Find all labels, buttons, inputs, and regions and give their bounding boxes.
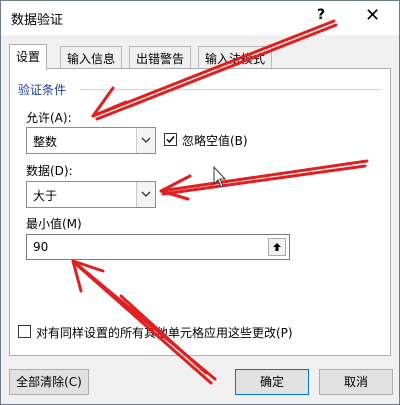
allow-label: 允许(A): xyxy=(26,111,72,125)
tab-error-alert[interactable]: 出错警告 xyxy=(129,46,192,68)
data-value: 大于 xyxy=(33,189,58,203)
minimum-label: 最小值(M) xyxy=(26,217,82,231)
allow-value: 整数 xyxy=(33,135,58,149)
data-dropdown-button[interactable] xyxy=(136,182,155,207)
tab-input-message[interactable]: 输入信息 xyxy=(60,46,123,68)
title-bar: 数据验证 ? ✕ xyxy=(1,1,399,35)
chevron-down-icon xyxy=(141,191,151,197)
range-picker-button[interactable] xyxy=(268,238,286,256)
ignore-blank-label[interactable]: 忽略空值(B) xyxy=(182,132,248,149)
group-divider xyxy=(80,89,382,90)
apply-all-label[interactable]: 对有同样设置的所有其他单元格应用这些更改(P) xyxy=(36,324,293,341)
chevron-down-icon xyxy=(141,137,151,143)
allow-dropdown-button[interactable] xyxy=(136,128,155,153)
checkmark-icon xyxy=(166,136,175,144)
apply-all-checkbox[interactable] xyxy=(18,325,31,338)
allow-combobox[interactable]: 整数 xyxy=(26,127,156,154)
tab-ime-mode[interactable]: 输入法模式 xyxy=(198,46,273,68)
data-validation-dialog: 数据验证 ? ✕ 设置 输入信息 出错警告 输入法模式 验证条件 允许(A): … xyxy=(0,0,400,405)
close-button[interactable]: ✕ xyxy=(365,5,380,26)
settings-panel: 验证条件 允许(A): 整数 忽略空值(B) 数据(D): 大于 最小值(M) … xyxy=(9,68,391,356)
validation-criteria-title: 验证条件 xyxy=(18,83,67,97)
tab-bar: 设置 输入信息 出错警告 输入法模式 xyxy=(9,44,393,70)
minimum-value: 90 xyxy=(33,240,49,254)
data-label: 数据(D): xyxy=(26,164,73,178)
upload-arrow-icon xyxy=(273,243,281,251)
clear-all-button[interactable]: 全部清除(C) xyxy=(9,369,89,395)
tab-settings[interactable]: 设置 xyxy=(9,44,48,70)
minimum-input[interactable]: 90 xyxy=(26,234,290,260)
dialog-title: 数据验证 xyxy=(11,13,64,28)
ignore-blank-checkbox[interactable] xyxy=(164,133,177,146)
data-combobox[interactable]: 大于 xyxy=(26,181,156,208)
help-button[interactable]: ? xyxy=(317,7,325,23)
ok-button[interactable]: 确定 xyxy=(235,369,309,395)
cancel-button[interactable]: 取消 xyxy=(319,369,393,395)
